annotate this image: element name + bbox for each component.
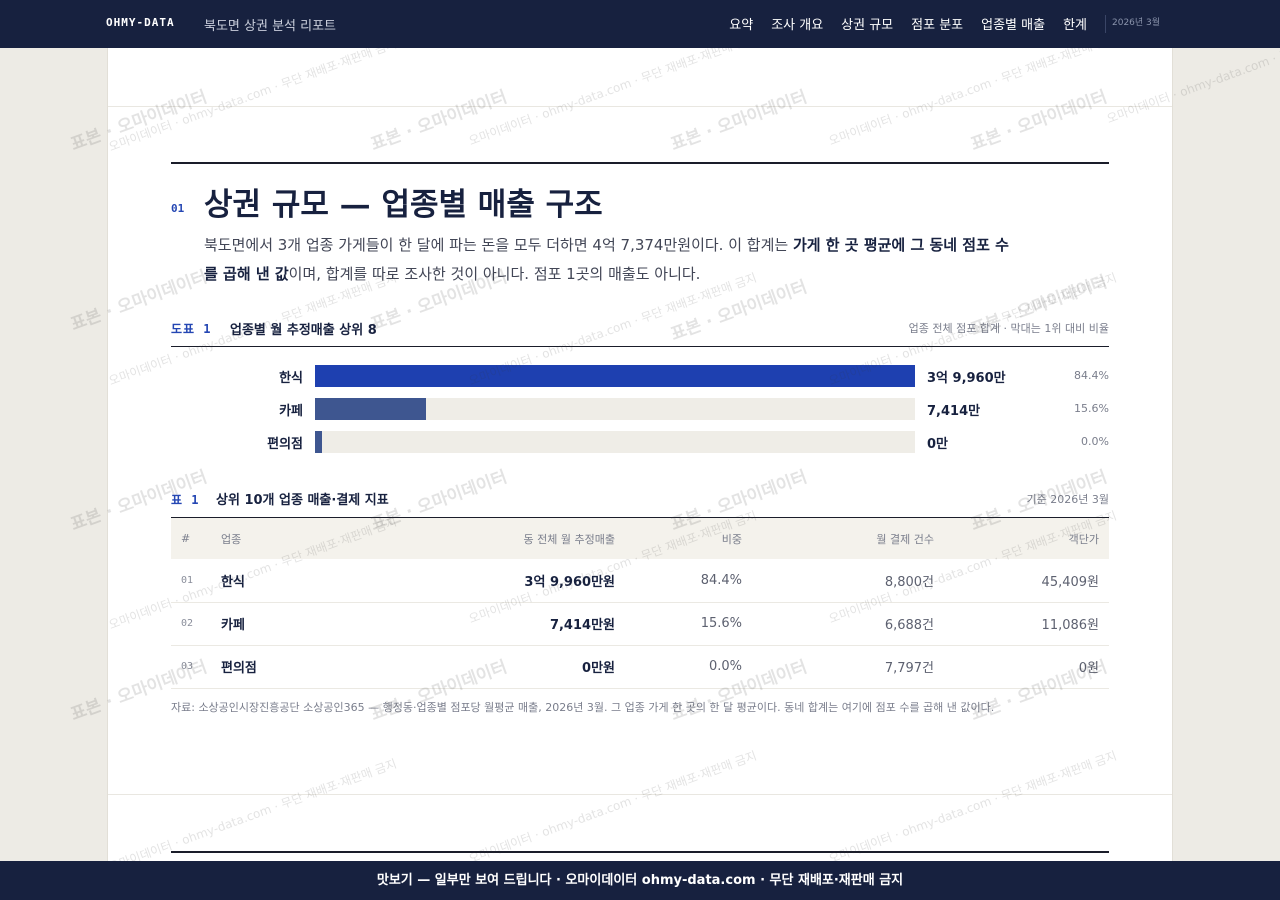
section-nav: 요약 조사 개요 상권 규모 점포 분포 업종별 매출 한계 [729, 14, 1087, 33]
nav-item-store-distribution[interactable]: 점포 분포 [911, 14, 963, 33]
preview-footer-banner: 맛보기 — 일부만 보여 드립니다 · 오마이데이터 ohmy-data.com… [0, 861, 1280, 900]
figure-label: 도표 1 [171, 322, 212, 336]
bar-share-label: 84.4% [1074, 369, 1109, 382]
bar-category-label: 카페 [279, 404, 303, 419]
bar-category-label: 편의점 [267, 437, 303, 452]
col-header-category: 업종 [211, 518, 381, 559]
report-page [107, 48, 1173, 861]
bar-value-label: 0만 [927, 437, 949, 452]
cell-share: 15.6% [625, 602, 752, 646]
bar [315, 398, 426, 420]
section-intro: 북도면에서 3개 업종 가게들이 한 달에 파는 돈을 모두 더하면 4억 7,… [204, 231, 1014, 289]
bar-share-label: 15.6% [1074, 402, 1109, 415]
col-header-sales: 동 전체 월 추정매출 [381, 518, 625, 559]
cell-transactions: 6,688건 [752, 602, 944, 646]
bar-row: 한식 3억 9,960만 84.4% [171, 365, 1109, 387]
cell-category: 카페 [211, 602, 381, 646]
bar-row: 카페 7,414만 15.6% [171, 398, 1109, 420]
nav-item-sales-by-category[interactable]: 업종별 매출 [981, 14, 1045, 33]
table-row: 01 한식 3억 9,960만원 84.4% 8,800건 45,409원 [171, 559, 1109, 603]
cell-sales: 0만원 [381, 645, 625, 689]
bar-track [315, 431, 915, 453]
bar-value-label: 7,414만 [927, 404, 981, 419]
section-title: 상권 규모 — 업종별 매출 구조 [204, 187, 603, 223]
page-divider [108, 106, 1172, 107]
top-navigation-bar: OHMY-DATA 북도면 상권 분석 리포트 요약 조사 개요 상권 규모 점… [0, 0, 1280, 48]
bar-share-label: 0.0% [1081, 435, 1109, 448]
next-section-rule [171, 851, 1109, 853]
table-header: 표 1 상위 10개 업종 매출·결제 지표 기준 2026년 3월 [171, 488, 1109, 518]
nav-item-summary[interactable]: 요약 [729, 14, 753, 33]
figure-header: 도표 1 업종별 월 추정매출 상위 8 업종 전체 점포 합계 · 막대는 1… [171, 318, 1109, 347]
figure-title: 업종별 월 추정매출 상위 8 [230, 323, 377, 338]
cell-transactions: 8,800건 [752, 559, 944, 603]
section-top-rule [171, 162, 1109, 164]
cell-unit-price: 0원 [944, 645, 1109, 689]
cell-rank: 01 [171, 559, 211, 603]
bar-category-label: 한식 [279, 371, 303, 386]
cell-rank: 02 [171, 602, 211, 646]
table-note: 기준 2026년 3월 [1026, 493, 1109, 506]
col-header-share: 비중 [625, 518, 752, 559]
table-row: 03 편의점 0만원 0.0% 7,797건 0원 [171, 645, 1109, 689]
cell-unit-price: 45,409원 [944, 559, 1109, 603]
cell-category: 한식 [211, 559, 381, 603]
cell-rank: 03 [171, 645, 211, 689]
bar-track [315, 398, 915, 420]
report-title: 북도면 상권 분석 리포트 [204, 19, 336, 34]
section-number: 01 [171, 202, 185, 215]
intro-text: 이며, 합계를 따로 조사한 것이 아니다. 점포 1곳의 매출도 아니다. [288, 265, 701, 283]
table-label: 표 1 [171, 493, 200, 507]
col-header-transactions: 월 결제 건수 [752, 518, 944, 559]
bar-row: 편의점 0만 0.0% [171, 431, 1109, 453]
cell-transactions: 7,797건 [752, 645, 944, 689]
col-header-rank: # [171, 518, 211, 559]
nav-item-survey[interactable]: 조사 개요 [771, 14, 823, 33]
table-header-row: # 업종 동 전체 월 추정매출 비중 월 결제 건수 객단가 [171, 518, 1109, 559]
table-title: 상위 10개 업종 매출·결제 지표 [216, 493, 389, 508]
sales-table: # 업종 동 전체 월 추정매출 비중 월 결제 건수 객단가 01 한식 3억… [171, 518, 1109, 689]
cell-sales: 3억 9,960만원 [381, 559, 625, 603]
source-note: 자료: 소상공인시장진흥공단 소상공인365 — 행정동·업종별 점포당 월평균… [171, 701, 995, 714]
brand-logo[interactable]: OHMY-DATA [106, 16, 175, 29]
cell-share: 84.4% [625, 559, 752, 603]
figure-note: 업종 전체 점포 합계 · 막대는 1위 대비 비율 [908, 322, 1109, 335]
bar [315, 365, 915, 387]
bar-value-label: 3억 9,960만 [927, 371, 1006, 386]
nav-item-market-size[interactable]: 상권 규모 [841, 14, 893, 33]
cell-share: 0.0% [625, 645, 752, 689]
intro-text: 북도면에서 3개 업종 가게들이 한 달에 파는 돈을 모두 더하면 4억 7,… [204, 236, 793, 254]
bar [315, 431, 322, 453]
cell-unit-price: 11,086원 [944, 602, 1109, 646]
col-header-unit-price: 객단가 [944, 518, 1109, 559]
cell-category: 편의점 [211, 645, 381, 689]
table-row: 02 카페 7,414만원 15.6% 6,688건 11,086원 [171, 602, 1109, 646]
nav-item-limitations[interactable]: 한계 [1063, 14, 1087, 33]
report-date: 2026년 3월 [1105, 15, 1160, 33]
page-divider [108, 794, 1172, 795]
bar-track [315, 365, 915, 387]
cell-sales: 7,414만원 [381, 602, 625, 646]
